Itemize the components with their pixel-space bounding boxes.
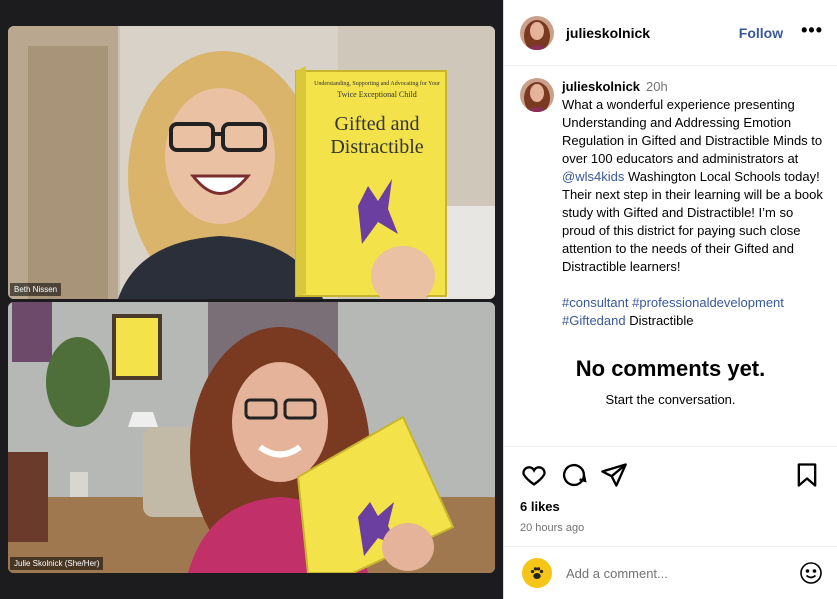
caption-text-part1: What a wonderful experience presenting U… [562, 97, 823, 166]
follow-button[interactable]: Follow [739, 25, 783, 41]
post-timestamp[interactable]: 20 hours ago [520, 522, 821, 534]
comments-empty-state: No comments yet. Start the conversation. [504, 356, 837, 407]
caption-meta: julieskolnick 20h [562, 78, 823, 96]
author-username[interactable]: julieskolnick [566, 25, 650, 41]
comment-bar [504, 546, 837, 599]
post-side-panel: julieskolnick Follow ••• julieskolnick 20… [503, 0, 837, 599]
caption-text: What a wonderful experience presenting U… [562, 96, 823, 276]
book-cover-top: Understanding, Supporting and Advocating… [308, 76, 446, 159]
mention-link[interactable]: @wls4kids [562, 169, 624, 184]
avatar-image [520, 15, 554, 50]
hashtag-link[interactable]: #Giftedand [562, 313, 626, 328]
comment-input[interactable] [566, 565, 786, 581]
emoji-icon[interactable] [799, 561, 823, 585]
bookmark-icon[interactable] [793, 461, 821, 489]
book-title-line2: Distractible [330, 136, 424, 158]
book-title-line1: Gifted and [334, 113, 420, 135]
post-media[interactable]: Understanding, Supporting and Advocating… [0, 0, 503, 599]
share-icon[interactable] [600, 461, 628, 489]
book-kicker: Understanding, Supporting and Advocating… [314, 81, 440, 87]
heart-icon[interactable] [520, 461, 548, 489]
caption-time[interactable]: 20h [646, 79, 668, 94]
book-subtitle: Twice Exceptional Child [337, 90, 417, 99]
avatar-image [520, 78, 554, 112]
caption-body: julieskolnick 20h What a wonderful experi… [562, 78, 823, 330]
no-comments-title: No comments yet. [575, 356, 766, 381]
video-tile-top: Understanding, Supporting and Advocating… [8, 26, 495, 299]
comment-icon[interactable] [560, 461, 588, 489]
no-comments-subtitle: Start the conversation. [605, 392, 736, 407]
presenter-photo-top [8, 26, 495, 299]
post-header: julieskolnick Follow ••• [504, 0, 837, 66]
video-tile-bottom: Julie Skolnick (She/Her) [8, 302, 495, 573]
participant-name-bottom: Julie Skolnick (She/Her) [10, 557, 104, 570]
avatar[interactable] [520, 78, 554, 112]
participant-name-top: Beth Nissen [10, 283, 62, 296]
more-icon[interactable]: ••• [801, 21, 823, 41]
caption-text-part2: Washington Local Schools today! Their ne… [562, 169, 823, 274]
action-icons [520, 461, 821, 489]
avatar[interactable] [520, 15, 554, 50]
hashtag-link[interactable]: #consultant [562, 295, 629, 310]
presenter-photo-bottom [8, 302, 495, 573]
paw-icon [522, 558, 552, 588]
post-actions: 6 likes 20 hours ago [504, 446, 837, 534]
hashtag-link[interactable]: #professionaldevelopment [632, 295, 784, 310]
likes-count[interactable]: 6 likes [520, 499, 821, 514]
hashtags: #consultant #professionaldevelopment #Gi… [562, 294, 823, 330]
post-caption: julieskolnick 20h What a wonderful experi… [504, 66, 837, 330]
hashtag-tail: Distractible [625, 313, 694, 328]
caption-username[interactable]: julieskolnick [562, 79, 640, 94]
